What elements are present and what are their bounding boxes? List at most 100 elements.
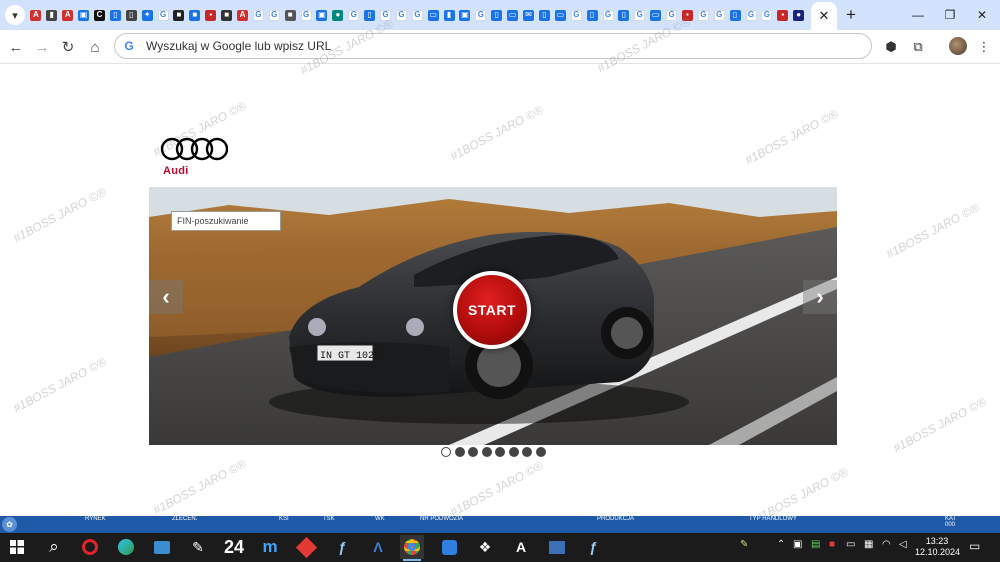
- tray-network-icon[interactable]: ▦: [864, 539, 873, 550]
- menu-kebab-icon[interactable]: ⋮: [973, 36, 995, 58]
- back-arrow-icon[interactable]: ←: [5, 36, 27, 58]
- tray-chevron-icon[interactable]: ⌃: [777, 539, 785, 550]
- pinned-tab[interactable]: ●: [330, 0, 346, 30]
- pinned-tab[interactable]: G: [250, 0, 266, 30]
- pinned-tab[interactable]: ▭: [648, 0, 664, 30]
- address-bar[interactable]: G Wyszukaj w Google lub wpisz URL: [114, 33, 872, 59]
- carousel-dot[interactable]: [495, 447, 505, 457]
- carousel-dot[interactable]: [481, 447, 492, 457]
- tray-green-icon[interactable]: ▤: [811, 539, 820, 550]
- pinned-tab[interactable]: G: [393, 0, 409, 30]
- opera-icon[interactable]: [78, 535, 102, 559]
- pinned-tab[interactable]: G: [695, 0, 711, 30]
- close-window-button[interactable]: ✕: [967, 0, 997, 30]
- taskbar-clock[interactable]: 13:23 12.10.2024: [915, 536, 960, 558]
- chrome-icon[interactable]: [400, 535, 424, 561]
- tab-search-icon[interactable]: ▾: [5, 5, 25, 25]
- pinned-tab[interactable]: G: [378, 0, 394, 30]
- pinned-tab[interactable]: G: [298, 0, 314, 30]
- tray-red-icon[interactable]: ■: [829, 539, 835, 550]
- minimize-button[interactable]: —: [903, 0, 933, 30]
- pinned-tab[interactable]: ▪: [203, 0, 219, 30]
- pinned-tab[interactable]: ▮: [441, 0, 457, 30]
- etka-app-icon[interactable]: [545, 535, 569, 559]
- pinned-tab[interactable]: ▯: [584, 0, 600, 30]
- pen-app-icon[interactable]: ✎: [186, 535, 210, 559]
- search-icon[interactable]: ⌕: [42, 535, 66, 559]
- pinned-tab[interactable]: G: [568, 0, 584, 30]
- pinned-tab[interactable]: ▯: [489, 0, 505, 30]
- pinned-tab[interactable]: C: [92, 0, 108, 30]
- pinned-tab[interactable]: ▭: [425, 0, 441, 30]
- carousel-next-button[interactable]: ›: [803, 280, 837, 314]
- pinned-tab[interactable]: ▯: [362, 0, 378, 30]
- blue-app-icon[interactable]: [437, 535, 461, 559]
- pinned-tab[interactable]: ●: [791, 0, 807, 30]
- profile-avatar[interactable]: [949, 37, 967, 55]
- pinned-tab[interactable]: ▭: [552, 0, 568, 30]
- carousel-dot[interactable]: [508, 447, 519, 457]
- carousel-dot[interactable]: [535, 447, 546, 457]
- pinned-tab[interactable]: G: [632, 0, 648, 30]
- pinned-tab[interactable]: ▭: [505, 0, 521, 30]
- pinned-tab[interactable]: ▯: [123, 0, 139, 30]
- f-app-icon[interactable]: ƒ: [330, 535, 354, 559]
- pinned-tab[interactable]: G: [409, 0, 425, 30]
- app-m-icon[interactable]: m: [258, 535, 282, 559]
- carousel-dot[interactable]: [454, 447, 465, 457]
- carousel-dot[interactable]: [468, 447, 478, 457]
- carousel-dot[interactable]: [441, 447, 451, 457]
- pinned-tab[interactable]: G: [664, 0, 680, 30]
- pinned-tab[interactable]: ✦: [139, 0, 155, 30]
- pinned-tab[interactable]: A: [28, 0, 44, 30]
- pinned-tab[interactable]: ▯: [107, 0, 123, 30]
- pinned-tab[interactable]: G: [266, 0, 282, 30]
- wifi-icon[interactable]: ◠: [882, 539, 891, 550]
- pinned-tab[interactable]: G: [473, 0, 489, 30]
- pinned-tab[interactable]: ▣: [314, 0, 330, 30]
- home-icon[interactable]: ⌂: [84, 36, 106, 58]
- app-24-icon[interactable]: 24: [222, 535, 246, 559]
- pinned-tab[interactable]: ■: [171, 0, 187, 30]
- f-app-2-icon[interactable]: ƒ: [581, 535, 605, 559]
- pinned-tab[interactable]: G: [759, 0, 775, 30]
- pinned-tab[interactable]: ▪: [775, 0, 791, 30]
- pinned-tab[interactable]: ▣: [76, 0, 92, 30]
- pinned-tab[interactable]: ■: [187, 0, 203, 30]
- pinned-tab[interactable]: ✉: [521, 0, 537, 30]
- pinned-tab[interactable]: ▯: [616, 0, 632, 30]
- carousel-prev-button[interactable]: ‹: [149, 280, 183, 314]
- pinned-tab[interactable]: G: [600, 0, 616, 30]
- pinned-tab[interactable]: G: [743, 0, 759, 30]
- notification-icon[interactable]: ▭: [969, 539, 980, 553]
- pinned-tab[interactable]: A: [235, 0, 251, 30]
- pinned-tab[interactable]: ▯: [537, 0, 553, 30]
- tray-monitor-icon[interactable]: ▣: [793, 539, 802, 550]
- tray-battery-icon[interactable]: ▭: [846, 539, 855, 550]
- start-button[interactable]: START: [453, 271, 531, 349]
- extensions-puzzle-icon[interactable]: ⧉: [907, 36, 929, 58]
- active-tab-close-button[interactable]: ✕: [811, 2, 837, 30]
- pinned-tab[interactable]: G: [155, 0, 171, 30]
- anydesk-icon[interactable]: [294, 535, 318, 559]
- app-logo-icon[interactable]: ✿: [2, 517, 17, 532]
- pinned-tab[interactable]: ▯: [727, 0, 743, 30]
- pinned-tab[interactable]: ■: [282, 0, 298, 30]
- carousel-dot[interactable]: [522, 447, 532, 457]
- new-tab-button[interactable]: +: [842, 5, 860, 25]
- extension-shield-icon[interactable]: ⬢: [880, 36, 902, 58]
- pinned-tab[interactable]: ▣: [457, 0, 473, 30]
- pinned-tab[interactable]: G: [346, 0, 362, 30]
- forward-arrow-icon[interactable]: →: [31, 36, 53, 58]
- reload-icon[interactable]: ↻: [57, 36, 79, 58]
- windows-start-icon[interactable]: [5, 535, 29, 559]
- odis-a-icon[interactable]: A: [509, 535, 533, 559]
- pinned-tab[interactable]: A: [60, 0, 76, 30]
- puzzle-app-icon[interactable]: ❖: [473, 535, 497, 559]
- pinned-tab[interactable]: ■: [219, 0, 235, 30]
- pinned-tab[interactable]: G: [711, 0, 727, 30]
- restore-button[interactable]: ❐: [935, 0, 965, 30]
- pinned-tab[interactable]: ▮: [44, 0, 60, 30]
- edge-icon[interactable]: [114, 535, 138, 559]
- fin-search-input[interactable]: [171, 211, 281, 231]
